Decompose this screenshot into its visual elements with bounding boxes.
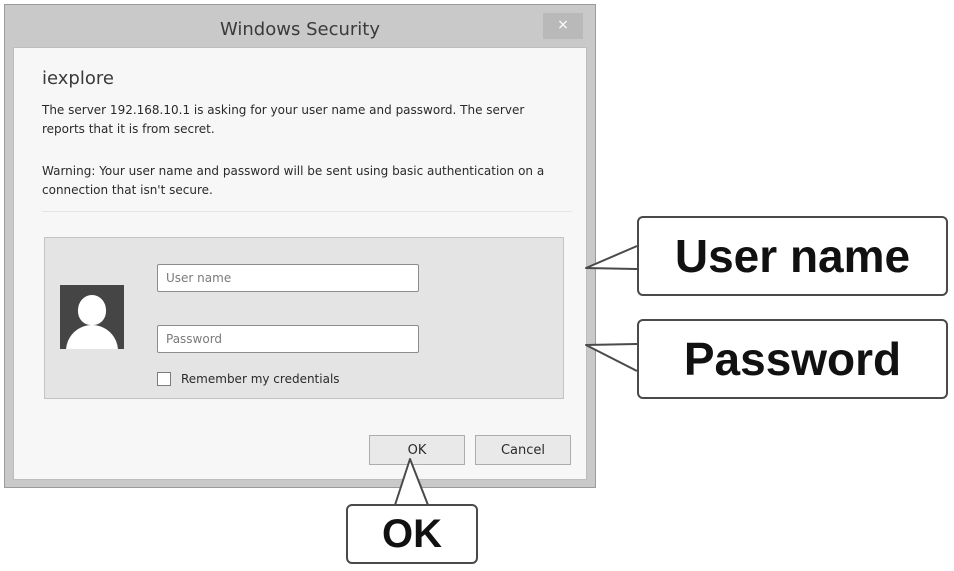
window-title: Windows Security [220, 19, 380, 40]
server-message: The server 192.168.10.1 is asking for yo… [42, 103, 525, 136]
credential-tile: Remember my credentials [44, 237, 564, 399]
remember-checkbox[interactable] [157, 372, 171, 386]
close-icon: × [557, 17, 569, 33]
dialog-content: iexplore The server 192.168.10.1 is aski… [13, 47, 587, 480]
password-field[interactable] [157, 325, 419, 353]
remember-credentials[interactable]: Remember my credentials [157, 372, 340, 386]
user-avatar-icon [60, 285, 124, 349]
password-input[interactable] [158, 326, 418, 352]
callout-password: Password [637, 319, 948, 399]
ok-button[interactable]: OK [369, 435, 465, 465]
avatar-head [78, 295, 106, 325]
security-warning: Warning: Your user name and password wil… [42, 164, 545, 197]
remember-label: Remember my credentials [181, 372, 340, 386]
username-input[interactable] [158, 265, 418, 291]
app-name: iexplore [42, 68, 114, 89]
cancel-button[interactable]: Cancel [475, 435, 571, 465]
avatar-body [66, 325, 118, 349]
title-bar[interactable]: Windows Security × [5, 5, 595, 49]
divider [42, 211, 572, 212]
windows-security-dialog: Windows Security × iexplore The server 1… [4, 4, 596, 488]
callout-user-name: User name [637, 216, 948, 296]
callout-ok: OK [346, 504, 478, 564]
close-button[interactable]: × [543, 13, 583, 39]
username-field[interactable] [157, 264, 419, 292]
